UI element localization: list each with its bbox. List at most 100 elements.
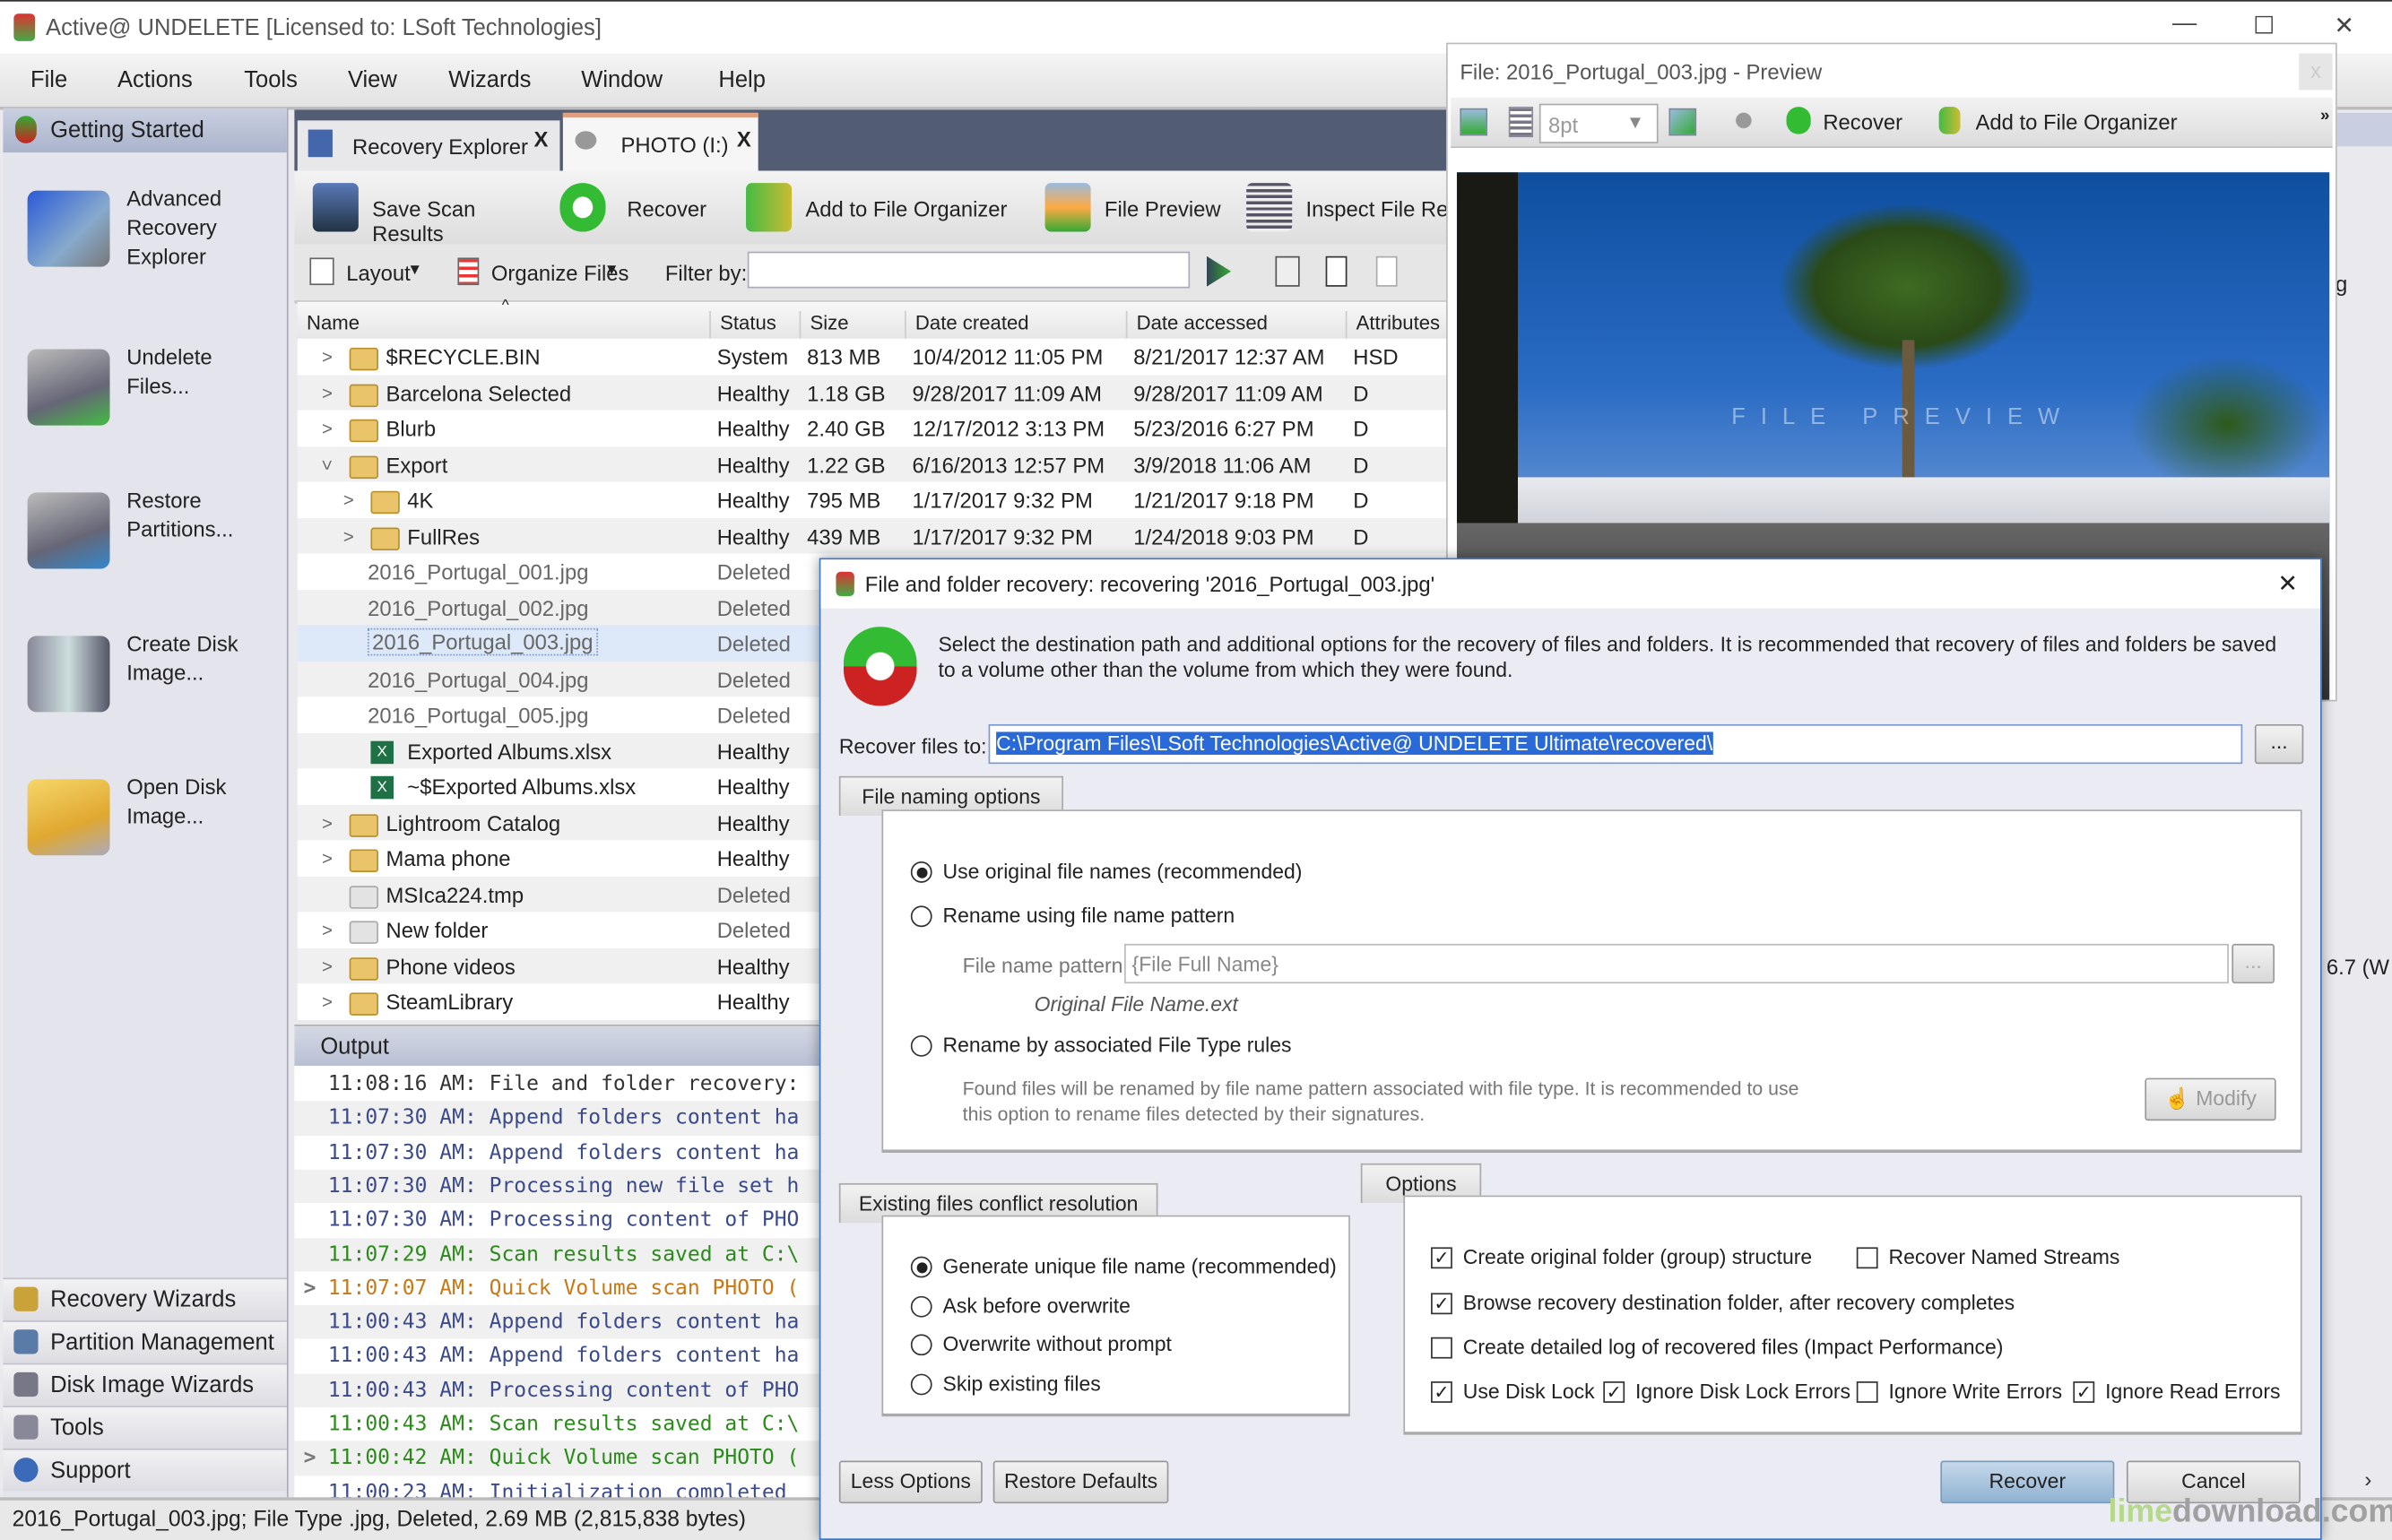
pattern-browse-button[interactable]: ... [2232,943,2275,984]
sidebar-section-tools[interactable]: Tools [3,1406,287,1449]
option-checkbox[interactable]: ✓ [1603,1381,1625,1403]
sidebar-item-open-disk-image[interactable]: Open Disk Image... [3,770,286,892]
expand-icon[interactable]: > [343,525,354,547]
maximize-button[interactable]: ☐ [2253,11,2275,41]
tab-photo-drive[interactable]: PHOTO (I:) X [562,112,758,176]
filter-input[interactable] [747,251,1191,289]
column-attributes[interactable]: Attributes [1345,311,1440,339]
modify-button[interactable]: ☝ Modify [2145,1077,2276,1121]
apply-filter-icon[interactable] [1206,255,1232,287]
radio-original-names[interactable] [910,861,932,883]
text-view-icon[interactable] [1508,107,1534,138]
output-text: 11:07:07 AM: Quick Volume scan PHOTO ( [327,1276,800,1301]
menu-window[interactable]: Window [581,67,663,93]
radio-file-type-rules[interactable] [910,1034,932,1057]
sidebar-item-undelete-files[interactable]: Undelete Files... [3,340,286,462]
view-icons-icon[interactable] [1375,255,1398,287]
column-date-accessed[interactable]: Date accessed [1125,311,1268,339]
option-checkbox[interactable]: ✓ [1431,1381,1452,1403]
tools-icon [13,1415,39,1440]
less-options-button[interactable]: Less Options [838,1460,983,1504]
table-row[interactable]: >4K Healthy 795 MB 1/17/2017 9:32 PM 1/21/20… [297,481,1450,518]
close-button[interactable]: ✕ [2334,11,2354,41]
view-details-icon[interactable] [1275,255,1300,287]
sidebar-section-support[interactable]: Support [3,1448,287,1492]
sidebar-section-disk-image-wizards[interactable]: Disk Image Wizards [3,1363,287,1406]
menu-view[interactable]: View [348,67,397,93]
option-checkbox[interactable] [1856,1247,1878,1269]
restore-defaults-button[interactable]: Restore Defaults [992,1460,1169,1504]
table-row[interactable]: > Blurb Healthy 2.40 GB 12/17/2012 3:13 PM 5/… [297,410,1450,446]
menu-tools[interactable]: Tools [244,67,298,93]
menu-wizards[interactable]: Wizards [448,67,531,93]
radio-file-name-pattern[interactable] [910,905,932,928]
sidebar-section-partition-management[interactable]: Partition Management [3,1320,287,1363]
expand-icon[interactable]: > [304,1276,316,1300]
expand-icon[interactable]: > [322,991,333,1013]
tab-close-icon[interactable]: X [534,126,549,151]
save-scan-results-button[interactable]: Save Scan Results [300,177,542,246]
expand-icon[interactable]: > [322,812,333,834]
sidebar-header[interactable]: Getting Started [3,108,287,153]
minimize-button[interactable]: — [2172,11,2197,39]
sidebar-item-restore-partitions[interactable]: Restore Partitions... [3,483,286,605]
expand-icon[interactable]: > [322,382,333,403]
font-size-select[interactable]: 8pt ▼ [1538,103,1659,143]
cell-size: 1.18 GB [807,380,886,405]
cell-status: Deleted [716,631,791,656]
menu-actions[interactable]: Actions [117,67,193,93]
option-checkbox[interactable]: ✓ [2073,1381,2095,1403]
option-checkbox[interactable] [1856,1381,1878,1403]
expand-icon[interactable]: > [322,346,333,368]
option-checkbox[interactable]: ✓ [1431,1293,1452,1315]
collapse-icon[interactable]: > [316,459,338,470]
conflict-radio[interactable] [910,1256,932,1278]
browse-button[interactable]: ... [2254,723,2304,765]
recover-to-input[interactable]: C:\Program Files\LSoft Technologies\Acti… [988,723,2243,765]
dialog-recover-button[interactable]: Recover [1940,1460,2115,1504]
palm-tree-shape [2128,355,2327,493]
add-to-file-organizer-button[interactable]: Add to File Organizer [733,177,1008,238]
deleted-folder-icon [349,921,378,944]
expand-icon[interactable]: > [322,848,333,869]
export-image-icon[interactable] [1668,108,1697,136]
table-row[interactable]: > Export Healthy 1.22 GB 6/16/2013 12:57 PM 3… [297,446,1450,482]
column-size[interactable]: Size [799,311,849,339]
expand-icon[interactable]: > [304,1446,316,1470]
scroll-right-icon[interactable]: › [2364,1466,2371,1491]
menu-help[interactable]: Help [718,67,766,93]
conflict-radio[interactable] [910,1295,932,1318]
preview-close-button[interactable]: x [2299,53,2333,91]
expand-icon[interactable]: > [343,489,354,511]
expand-icon[interactable]: > [322,956,333,977]
view-list-icon[interactable] [1325,255,1348,287]
column-status[interactable]: Status [709,311,776,339]
tab-recovery-explorer[interactable]: Recovery Explorer X [297,120,560,173]
sidebar-item-advanced-recovery-explorer[interactable]: Advanced Recovery Explorer [3,181,286,303]
table-row[interactable]: > FullRes Healthy 439 MB 1/17/2017 9:32 PM 1/… [297,517,1450,554]
dialog-close-button[interactable]: ✕ [2277,568,2298,599]
tab-close-icon[interactable]: X [737,126,751,151]
recover-button[interactable]: Recover [548,177,706,238]
menu-file[interactable]: File [30,67,67,93]
sidebar-item-create-disk-image[interactable]: Create Disk Image... [3,627,286,748]
option-checkbox[interactable]: ✓ [1431,1247,1452,1269]
cell-status: Healthy [716,953,790,979]
inspect-file-records-button[interactable]: Inspect File Rec [1235,177,1449,238]
sidebar-section-recovery-wizards[interactable]: Recovery Wizards [3,1277,287,1321]
conflict-radio[interactable] [910,1335,932,1356]
table-row[interactable]: > Barcelona Selected Healthy 1.18 GB 9/28/20… [297,374,1450,411]
pattern-example: Original File Name.ext [1034,992,1238,1016]
column-date-created[interactable]: Date created [905,311,1029,339]
image-view-icon[interactable] [1460,108,1487,136]
expand-icon[interactable]: > [322,920,333,941]
cell-attr: D [1353,452,1369,477]
overflow-chevron-icon[interactable]: » [2320,107,2329,125]
option-checkbox[interactable] [1431,1337,1452,1359]
table-row[interactable]: > $RECYCLE.BIN System 813 MB 10/4/2012 11:05… [297,338,1450,375]
file-preview-button[interactable]: File Preview [1033,177,1231,238]
find-icon[interactable] [1731,107,1756,134]
file-name-pattern-input[interactable]: {File Full Name} [1124,943,2229,984]
conflict-radio[interactable] [910,1373,932,1396]
expand-icon[interactable]: > [322,418,333,439]
